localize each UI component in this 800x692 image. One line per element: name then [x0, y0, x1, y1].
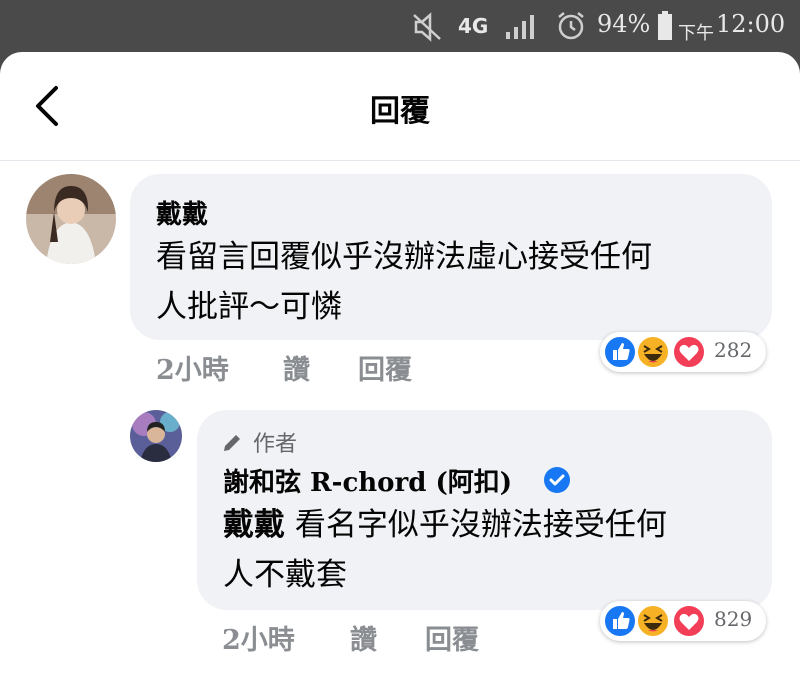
love-icon	[672, 335, 706, 369]
like-button[interactable]: 讚	[350, 618, 377, 657]
reply-sheet: 回覆 戴戴 看留言回覆似乎沒辦法虛心接受任何 人批評～可憐 2小時 讚 回覆 2…	[0, 52, 800, 692]
mention-link[interactable]: 戴戴	[223, 507, 285, 543]
comment-time: 2小時	[222, 625, 295, 656]
like-icon	[603, 335, 637, 369]
comment-bubble[interactable]: 戴戴 看留言回覆似乎沒辦法虛心接受任何 人批評～可憐	[130, 174, 772, 340]
comment-text-line1: 戴戴 看名字似乎沒辦法接受任何	[223, 500, 667, 550]
clock: 12:00	[716, 10, 786, 38]
alarm-icon	[558, 12, 584, 40]
header: 回覆	[0, 52, 800, 161]
pencil-icon	[224, 435, 240, 451]
reaction-count: 829	[714, 607, 753, 631]
avatar-photo	[130, 410, 182, 462]
comment-author[interactable]: 戴戴	[156, 194, 208, 231]
haha-icon	[636, 604, 670, 638]
time-period: 下午	[678, 23, 714, 44]
haha-icon	[636, 335, 670, 369]
network-type: 4G	[458, 14, 489, 38]
author-badge: 作者	[253, 432, 298, 457]
verified-badge-icon	[544, 467, 570, 493]
avatar[interactable]	[26, 174, 116, 264]
reaction-summary[interactable]: 829	[600, 601, 766, 641]
comment-text: 看名字似乎沒辦法接受任何	[285, 507, 667, 543]
reaction-count: 282	[714, 338, 753, 362]
signal-icon	[506, 15, 534, 39]
like-button[interactable]: 讚	[283, 348, 310, 387]
comment-time: 2小時	[156, 355, 229, 386]
battery-percent: 94%	[597, 10, 651, 38]
battery-icon	[658, 11, 672, 40]
reply-bubble[interactable]: 作者 謝和弦 R-chord (阿扣) 戴戴 看名字似乎沒辦法接受任何 人不戴套	[197, 410, 772, 610]
reply-button[interactable]: 回覆	[358, 348, 412, 387]
love-icon	[672, 604, 706, 638]
status-bar: 4G 94% 下午 12:00	[0, 0, 800, 52]
page-title: 回覆	[370, 94, 430, 129]
avatar-photo	[26, 174, 116, 264]
author-avatar[interactable]	[130, 410, 182, 462]
comment-text-line2: 人批評～可憐	[156, 289, 342, 325]
reply-button[interactable]: 回覆	[425, 618, 479, 657]
reaction-summary[interactable]: 282	[600, 332, 766, 372]
mute-icon	[413, 12, 441, 42]
comment-author[interactable]: 謝和弦 R-chord (阿扣)	[223, 462, 512, 499]
comment-text-line1: 看留言回覆似乎沒辦法虛心接受任何	[156, 239, 652, 275]
comment-text-line2: 人不戴套	[223, 557, 347, 593]
like-icon	[603, 604, 637, 638]
